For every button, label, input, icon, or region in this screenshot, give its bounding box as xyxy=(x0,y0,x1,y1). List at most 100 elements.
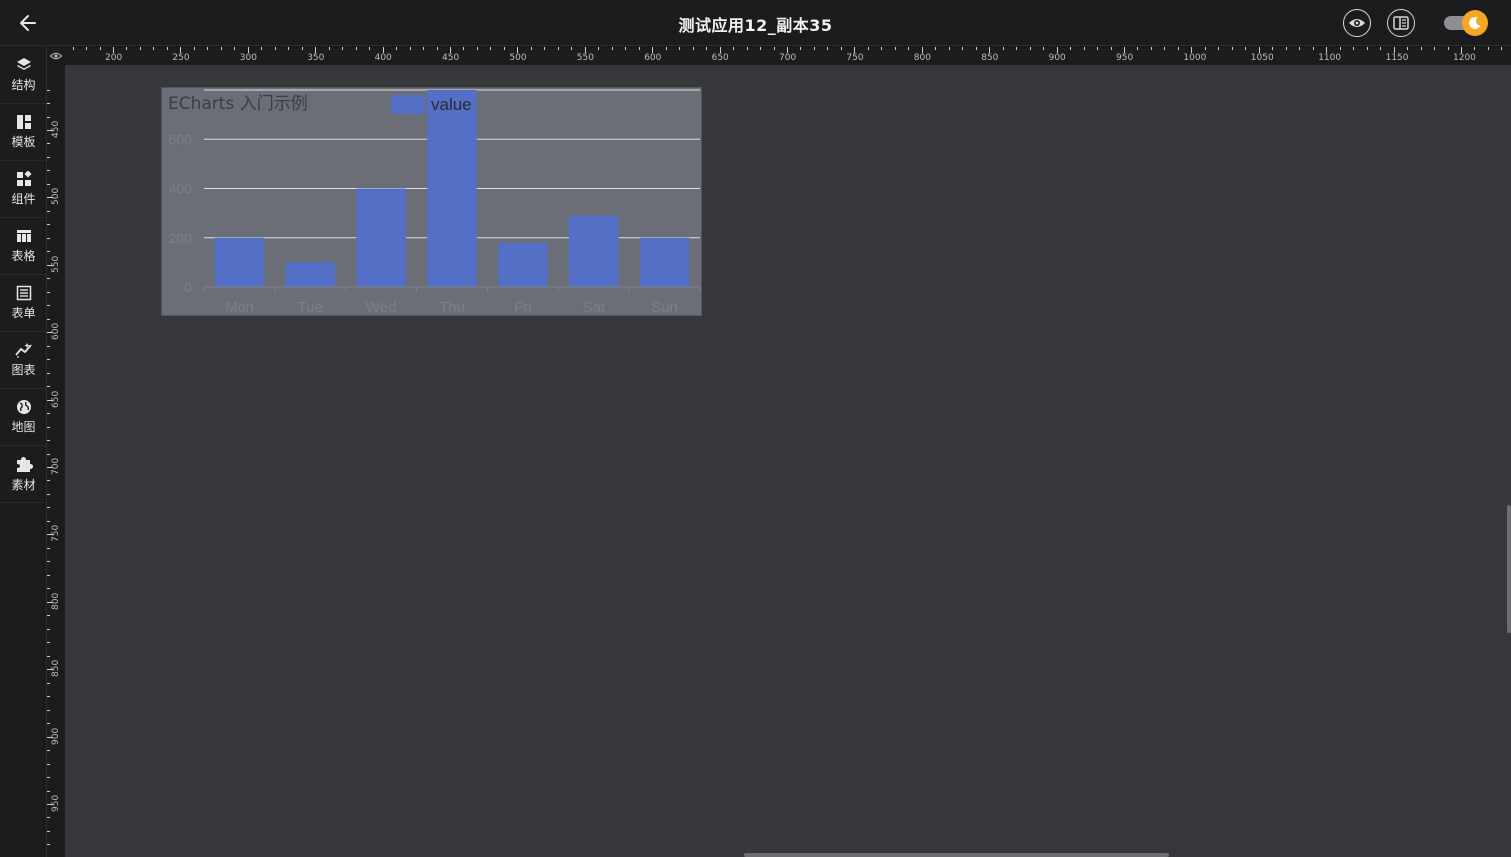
chart-widget[interactable]: 0 200 400 600 Mon Tue Wed Thu Fri Sat Sun ECharts 入… xyxy=(161,87,702,316)
sidebar-item-form[interactable]: 表单 xyxy=(0,275,47,332)
ruler-label: 900 xyxy=(1048,53,1066,63)
ruler-tick xyxy=(1501,47,1503,50)
eye-icon xyxy=(50,52,62,60)
ruler-tick xyxy=(47,830,50,832)
ruler-tick xyxy=(47,453,50,455)
sidebar-item-components[interactable]: 组件 xyxy=(0,161,47,218)
ruler-tick xyxy=(47,844,50,846)
ruler-tick xyxy=(935,47,937,50)
ruler-tick xyxy=(47,278,50,280)
preview-button[interactable] xyxy=(1343,9,1371,37)
ruler-tick xyxy=(894,47,896,50)
ruler-label: 550 xyxy=(576,53,594,63)
ruler-label: 700 xyxy=(779,53,797,63)
sidebar-item-label: 地图 xyxy=(11,420,36,434)
ruler-tick xyxy=(1447,47,1449,50)
puzzle-icon xyxy=(16,457,33,472)
ruler-tick xyxy=(47,291,50,293)
ruler-tick xyxy=(827,47,829,50)
x-tick-label: Fri xyxy=(514,299,532,316)
ruler-label: 650 xyxy=(51,390,61,408)
bar-tue xyxy=(285,262,336,287)
ruler-label: 600 xyxy=(644,53,662,63)
form-icon xyxy=(16,285,31,301)
ruler-tick xyxy=(47,642,50,644)
ruler-label: 750 xyxy=(846,53,864,63)
ruler-tick xyxy=(47,305,50,307)
theme-toggle[interactable] xyxy=(1444,10,1488,36)
sidebar-item-structure[interactable]: 结构 xyxy=(0,47,47,104)
ruler-tick xyxy=(1366,47,1368,50)
ruler-tick xyxy=(679,47,681,50)
ruler-tick xyxy=(1070,47,1072,50)
ruler-label: 650 xyxy=(711,53,729,63)
layout-button[interactable] xyxy=(1387,9,1415,37)
ruler-tick xyxy=(760,47,762,50)
ruler-tick xyxy=(274,47,276,50)
ruler-visibility-toggle[interactable] xyxy=(47,47,65,65)
ruler-tick xyxy=(1285,47,1287,50)
ruler-tick xyxy=(1029,47,1031,50)
chart-title: ECharts 入门示例 xyxy=(168,94,308,114)
sidebar-item-label: 模板 xyxy=(11,135,36,149)
moon-icon xyxy=(1469,16,1481,29)
ruler-tick xyxy=(47,561,50,563)
ruler-left[interactable]: 450 500 550 600 650 700 750 800 850 900 950 xyxy=(47,65,65,857)
y-tick-label: 0 xyxy=(184,279,192,295)
ruler-tick xyxy=(166,47,168,50)
ruler-tick xyxy=(692,47,694,50)
ruler-tick xyxy=(47,777,50,779)
ruler-tick xyxy=(47,682,50,684)
sidebar-item-template[interactable]: 模板 xyxy=(0,104,47,161)
components-icon xyxy=(16,171,32,186)
ruler-tick xyxy=(328,47,330,50)
ruler-tick xyxy=(47,480,50,482)
ruler-tick xyxy=(1150,47,1152,50)
x-tick-label: Sun xyxy=(651,299,678,316)
ruler-tick xyxy=(1474,47,1476,50)
ruler-tick xyxy=(47,251,50,253)
ruler-tick xyxy=(47,696,50,698)
ruler-tick xyxy=(234,47,236,50)
sidebar-item-table[interactable]: 表格 xyxy=(0,218,47,275)
bar-sun xyxy=(639,237,690,287)
ruler-label: 850 xyxy=(51,660,61,678)
globe-icon xyxy=(16,400,31,414)
ruler-tick xyxy=(193,47,195,50)
ruler-tick xyxy=(47,588,50,590)
ruler-label: 450 xyxy=(51,120,61,138)
ruler-label: 250 xyxy=(172,53,190,63)
book-icon xyxy=(1393,16,1409,30)
top-bar: 测试应用12_副本35 xyxy=(0,0,1511,46)
x-tick-label: Mon xyxy=(225,299,254,316)
ruler-tick xyxy=(638,47,640,50)
ruler-tick xyxy=(1339,47,1341,50)
sidebar-item-chart[interactable]: 图表 xyxy=(0,332,47,389)
ruler-tick xyxy=(99,47,101,50)
ruler-tick xyxy=(746,47,748,50)
sidebar-item-map[interactable]: 地图 xyxy=(0,389,47,446)
ruler-tick xyxy=(1083,47,1085,50)
ruler-tick xyxy=(47,372,50,374)
ruler-tick xyxy=(288,47,290,50)
bar-wed xyxy=(356,188,406,287)
sidebar-item-label: 素材 xyxy=(11,478,36,492)
ruler-tick xyxy=(301,47,303,50)
table-icon xyxy=(16,230,31,242)
ruler-label: 1150 xyxy=(1385,53,1409,63)
horizontal-scrollbar[interactable] xyxy=(744,853,1169,857)
vertical-scrollbar[interactable] xyxy=(1507,505,1511,633)
sidebar-item-assets[interactable]: 素材 xyxy=(0,446,47,503)
ruler-top[interactable]: 200 250 300 350 400 450 500 550 600 650 700 750 800 8… xyxy=(65,47,1511,65)
ruler-tick xyxy=(611,47,613,50)
ruler-label: 950 xyxy=(1116,53,1134,63)
ruler-label: 500 xyxy=(51,188,61,206)
ruler-tick xyxy=(207,47,209,50)
ruler-tick xyxy=(47,440,50,442)
ruler-tick xyxy=(139,47,141,50)
ruler-tick xyxy=(625,47,627,50)
y-tick-label: 600 xyxy=(169,131,193,147)
bar-fri xyxy=(498,242,548,287)
ruler-label: 850 xyxy=(981,53,999,63)
design-canvas[interactable]: 0 200 400 600 Mon Tue Wed Thu Fri Sat Sun ECharts 入… xyxy=(65,65,1511,857)
